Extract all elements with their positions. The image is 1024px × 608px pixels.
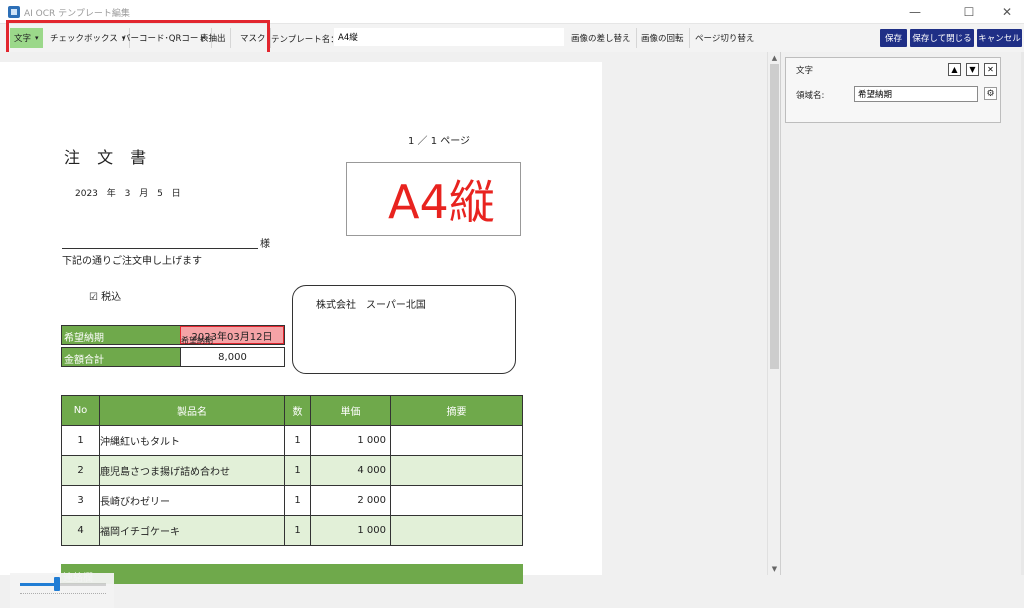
scroll-thumb[interactable] (770, 64, 779, 369)
save-button[interactable]: 保存 (880, 29, 907, 47)
cell-qty: 1 (284, 485, 311, 516)
cell-price: 1 000 (310, 515, 391, 546)
recipient-line (62, 248, 258, 249)
doc-title: 注 文 書 (64, 148, 153, 167)
table-header-row: No 製品名 数 単価 摘要 (61, 395, 523, 426)
properties-panel: 文字 ▲ ▼ ✕ 領域名: ⚙ (780, 52, 1024, 575)
document-page: 注 文 書 2023 年 3 月 5 日 1 ／ 1 ページ A4縦 様 下記の… (0, 62, 602, 584)
maximize-button[interactable]: ☐ (954, 2, 984, 22)
editor-canvas[interactable]: 注 文 書 2023 年 3 月 5 日 1 ／ 1 ページ A4縦 様 下記の… (0, 52, 767, 608)
cell-qty: 1 (284, 455, 311, 486)
cell-qty: 1 (284, 515, 311, 546)
zoom-slider[interactable] (10, 573, 114, 608)
cell-note (390, 515, 523, 546)
delivery-row: 希望納期 2023年03月12日 (61, 325, 285, 345)
region-tag: 希望納期 (181, 336, 213, 345)
cell-qty: 1 (284, 425, 311, 456)
stamp-text: A4縦 (388, 175, 495, 229)
cell-product: 鹿児島さつま揚げ詰め合わせ (99, 455, 285, 486)
cancel-button[interactable]: キャンセル (977, 29, 1022, 47)
table-row: 3 長崎びわゼリー 1 2 000 (61, 485, 523, 516)
total-row: 金額合計 8,000 (61, 347, 285, 367)
cell-no: 4 (61, 515, 100, 546)
contact-header: 連絡欄 (61, 564, 523, 584)
col-price: 単価 (310, 395, 391, 426)
cell-no: 1 (61, 425, 100, 456)
order-table: No 製品名 数 単価 摘要 1 沖縄紅いもタルト 1 1 000 2 鹿児島さ… (61, 395, 523, 546)
table-row: 4 福岡イチゴケーキ 1 1 000 (61, 515, 523, 546)
table-row: 1 沖縄紅いもタルト 1 1 000 (61, 425, 523, 456)
recipient-suffix: 様 (260, 239, 270, 250)
total-value: 8,000 (180, 348, 284, 366)
rotate-image-button[interactable]: 画像の回転 (636, 28, 690, 48)
cell-no: 2 (61, 455, 100, 486)
cell-product: 長崎びわゼリー (99, 485, 285, 516)
save-close-button[interactable]: 保存して閉じる (910, 29, 974, 47)
cell-product: 沖縄紅いもタルト (99, 425, 285, 456)
app-icon (8, 6, 20, 18)
cell-product: 福岡イチゴケーキ (99, 515, 285, 546)
region-name-input[interactable] (854, 86, 978, 102)
canvas-scrollbar[interactable]: ▲ ▼ (767, 52, 780, 575)
move-up-icon[interactable]: ▲ (948, 63, 961, 76)
greeting-text: 下記の通りご注文申し上げます (62, 256, 202, 267)
doc-date: 2023 年 3 月 5 日 (75, 189, 181, 199)
supplier-name: 株式会社 スーパー北国 (316, 300, 426, 311)
app-window: AI OCR テンプレート編集 — ☐ ✕ 文字 ▾ チェックボックス ▾ バー… (0, 0, 1024, 608)
tax-included-checkbox: ☑ 税込 (89, 292, 122, 303)
col-note: 摘要 (390, 395, 523, 426)
delete-icon[interactable]: ✕ (984, 63, 997, 76)
table-row: 2 鹿児島さつま揚げ詰め合わせ 1 4 000 (61, 455, 523, 486)
col-product: 製品名 (99, 395, 285, 426)
col-qty: 数 (284, 395, 311, 426)
cell-note (390, 455, 523, 486)
minimize-button[interactable]: — (900, 2, 930, 22)
move-down-icon[interactable]: ▼ (966, 63, 979, 76)
cell-note (390, 485, 523, 516)
zoom-fill (20, 583, 57, 586)
region-name-label: 領域名: (796, 91, 825, 101)
replace-image-button[interactable]: 画像の差し替え (566, 28, 637, 48)
cell-price: 1 000 (310, 425, 391, 456)
doc-page-number: 1 ／ 1 ページ (408, 136, 471, 147)
cell-price: 4 000 (310, 455, 391, 486)
delivery-label: 希望納期 (62, 326, 180, 344)
gear-icon[interactable]: ⚙ (984, 87, 997, 100)
zoom-ticks (20, 593, 106, 594)
close-window-button[interactable]: ✕ (992, 2, 1022, 22)
region-properties: 文字 ▲ ▼ ✕ 領域名: ⚙ (785, 57, 1001, 123)
highlight-frame (6, 20, 270, 56)
total-label: 金額合計 (62, 348, 180, 366)
cell-price: 2 000 (310, 485, 391, 516)
col-no: No (61, 395, 100, 426)
zoom-thumb[interactable] (53, 577, 60, 591)
template-name-label: テンプレート名： (271, 35, 339, 45)
zoom-track[interactable] (20, 577, 106, 591)
switch-page-button[interactable]: ページ切り替え (690, 28, 759, 48)
template-name-input[interactable] (334, 28, 564, 46)
cell-no: 3 (61, 485, 100, 516)
region-type-label: 文字 (796, 66, 814, 76)
cell-note (390, 425, 523, 456)
window-title: AI OCR テンプレート編集 (24, 9, 130, 19)
